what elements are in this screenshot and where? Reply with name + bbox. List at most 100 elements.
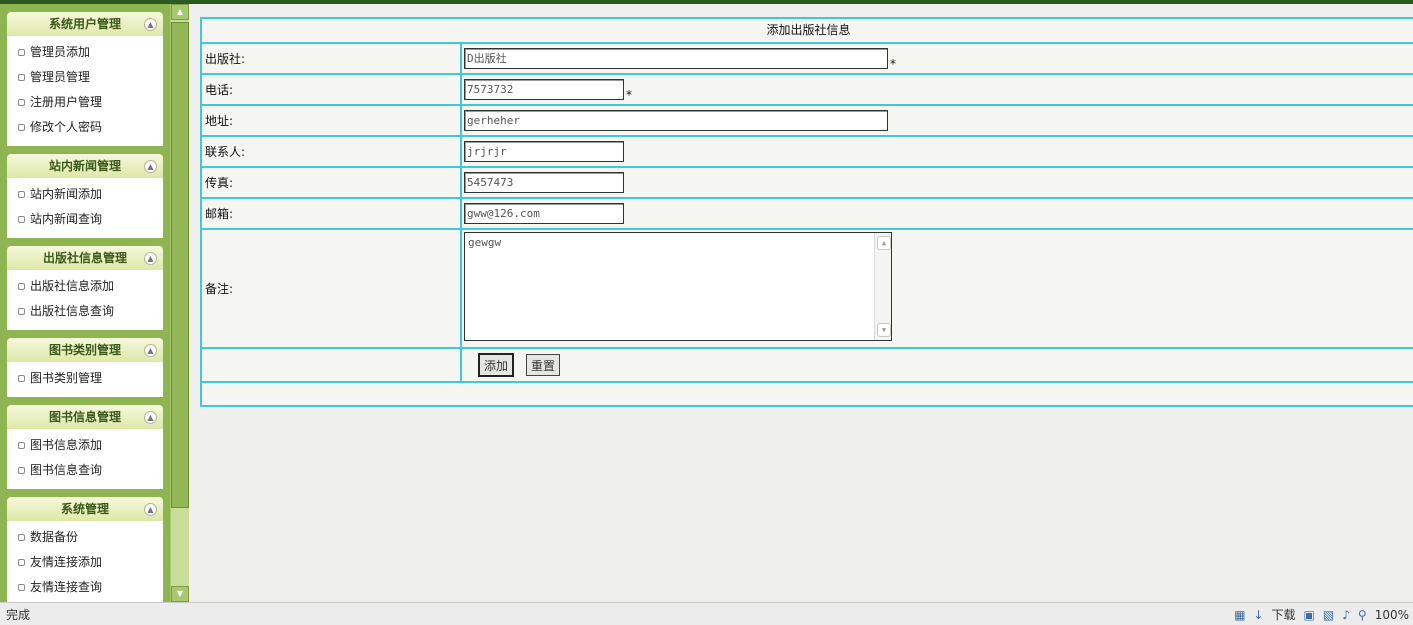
form-row-publisher: 出版社: D出版社 * [202, 44, 1413, 75]
bullet-icon [18, 74, 25, 81]
menu-group-news: 站内新闻管理 ▲ 站内新闻添加 站内新闻查询 [7, 154, 163, 238]
phone-input[interactable]: 7573732 [464, 79, 624, 100]
add-button[interactable]: 添加 [478, 353, 515, 377]
download-icon[interactable]: ↓ [1253, 608, 1263, 622]
form-row-fax: 传真: 5457473 [202, 168, 1413, 199]
menu-group-book-category: 图书类别管理 ▲ 图书类别管理 [7, 338, 163, 397]
menu-group-user-mgmt: 系统用户管理 ▲ 管理员添加 管理员管理 注册用户管理 修改个人密码 [7, 12, 163, 146]
required-mark: * [890, 57, 896, 71]
menu-group-book-info: 图书信息管理 ▲ 图书信息添加 图书信息查询 [7, 405, 163, 489]
menu-item-publisher-add[interactable]: 出版社信息添加 [7, 274, 163, 299]
field-label: 备注: [202, 230, 462, 347]
collapse-icon[interactable]: ▲ [144, 160, 157, 173]
speaker-icon[interactable]: ♪ [1342, 608, 1350, 622]
sidebar: 系统用户管理 ▲ 管理员添加 管理员管理 注册用户管理 修改个人密码 站内新闻管… [0, 4, 170, 602]
page-icon[interactable]: ▦ [1234, 608, 1245, 622]
field-label: 电话: [202, 75, 462, 104]
remark-text: gewgw [468, 236, 502, 249]
form-row-phone: 电话: 7573732 * [202, 75, 1413, 106]
required-mark: * [626, 88, 632, 102]
sidebar-scrollbar[interactable]: ▲ ▼ [170, 4, 189, 602]
bullet-icon [18, 124, 25, 131]
bullet-icon [18, 99, 25, 106]
zoom-level[interactable]: 100% [1375, 608, 1409, 622]
menu-group-header[interactable]: 站内新闻管理 ▲ [7, 154, 163, 178]
bullet-icon [18, 191, 25, 198]
menu-item-book-add[interactable]: 图书信息添加 [7, 433, 163, 458]
bullet-icon [18, 216, 25, 223]
address-input[interactable]: gerheher [464, 110, 888, 131]
menu-group-header[interactable]: 图书类别管理 ▲ [7, 338, 163, 362]
top-border [0, 0, 1413, 4]
remark-textarea[interactable]: gewgw ▲ ▼ [464, 232, 892, 341]
collapse-icon[interactable]: ▲ [144, 503, 157, 516]
scroll-down-icon[interactable]: ▼ [877, 323, 891, 337]
form-title: 添加出版社信息 [202, 19, 1413, 44]
form-row-actions: 添加 重置 [202, 349, 1413, 383]
scroll-thumb[interactable] [171, 22, 189, 508]
bullet-icon [18, 308, 25, 315]
menu-item-admin-add[interactable]: 管理员添加 [7, 40, 163, 65]
menu-group-system: 系统管理 ▲ 数据备份 友情连接添加 友情连接查询 [7, 497, 163, 602]
bullet-icon [18, 375, 25, 382]
field-label: 地址: [202, 106, 462, 135]
field-label: 邮箱: [202, 199, 462, 228]
bullet-icon [18, 559, 25, 566]
collapse-icon[interactable]: ▲ [144, 411, 157, 424]
contact-input[interactable]: jrjrjr [464, 141, 624, 162]
field-label: 联系人: [202, 137, 462, 166]
menu-item-registered-users[interactable]: 注册用户管理 [7, 90, 163, 115]
menu-group-header[interactable]: 系统管理 ▲ [7, 497, 163, 521]
menu-group-publisher: 出版社信息管理 ▲ 出版社信息添加 出版社信息查询 [7, 246, 163, 330]
menu-item-category-manage[interactable]: 图书类别管理 [7, 366, 163, 391]
publisher-input[interactable]: D出版社 [464, 48, 888, 69]
collapse-icon[interactable]: ▲ [144, 344, 157, 357]
form-row-contact: 联系人: jrjrjr [202, 137, 1413, 168]
menu-item-admin-manage[interactable]: 管理员管理 [7, 65, 163, 90]
collapse-icon[interactable]: ▲ [144, 252, 157, 265]
menu-item-news-add[interactable]: 站内新闻添加 [7, 182, 163, 207]
scroll-down-icon[interactable]: ▼ [171, 586, 189, 602]
form-row-remark: 备注: gewgw ▲ ▼ [202, 230, 1413, 349]
field-label: 传真: [202, 168, 462, 197]
menu-item-publisher-query[interactable]: 出版社信息查询 [7, 299, 163, 324]
menu-item-link-add[interactable]: 友情连接添加 [7, 550, 163, 575]
menu-group-title: 系统用户管理 [48, 17, 121, 31]
form-row-email: 邮箱: gww@126.com [202, 199, 1413, 230]
bullet-icon [18, 467, 25, 474]
menu-item-link-query[interactable]: 友情连接查询 [7, 575, 163, 600]
menu-group-title: 出版社信息管理 [42, 251, 127, 265]
bullet-icon [18, 49, 25, 56]
menu-group-title: 图书信息管理 [48, 410, 121, 424]
monitor-icon[interactable]: ▣ [1304, 608, 1315, 622]
zoom-icon[interactable]: ⚲ [1358, 608, 1367, 622]
menu-group-title: 系统管理 [60, 502, 109, 516]
printer-icon[interactable]: ▧ [1323, 608, 1334, 622]
scroll-up-icon[interactable]: ▲ [877, 236, 891, 250]
bullet-icon [18, 584, 25, 591]
bullet-icon [18, 442, 25, 449]
bullet-icon [18, 283, 25, 290]
menu-group-title: 站内新闻管理 [48, 159, 121, 173]
download-label[interactable]: 下载 [1272, 606, 1296, 623]
fax-input[interactable]: 5457473 [464, 172, 624, 193]
field-label: 出版社: [202, 44, 462, 73]
collapse-icon[interactable]: ▲ [144, 18, 157, 31]
menu-group-header[interactable]: 出版社信息管理 ▲ [7, 246, 163, 270]
menu-group-title: 图书类别管理 [48, 343, 121, 357]
menu-group-header[interactable]: 图书信息管理 ▲ [7, 405, 163, 429]
menu-item-data-backup[interactable]: 数据备份 [7, 525, 163, 550]
form-row-address: 地址: gerheher [202, 106, 1413, 137]
reset-button[interactable]: 重置 [526, 354, 561, 376]
menu-item-news-query[interactable]: 站内新闻查询 [7, 207, 163, 232]
email-input[interactable]: gww@126.com [464, 203, 624, 224]
scroll-up-icon[interactable]: ▲ [171, 4, 189, 20]
menu-group-header[interactable]: 系统用户管理 ▲ [7, 12, 163, 36]
bullet-icon [18, 534, 25, 541]
publisher-form: 添加出版社信息 出版社: D出版社 * 电话: 7573732 * 地址: ge… [200, 17, 1413, 407]
menu-item-book-query[interactable]: 图书信息查询 [7, 458, 163, 483]
form-footer [202, 383, 1413, 405]
status-bar: 完成 ▦ ↓ 下载 ▣ ▧ ♪ ⚲ 100% [0, 602, 1413, 625]
textarea-scrollbar[interactable]: ▲ ▼ [874, 233, 891, 340]
menu-item-change-password[interactable]: 修改个人密码 [7, 115, 163, 140]
